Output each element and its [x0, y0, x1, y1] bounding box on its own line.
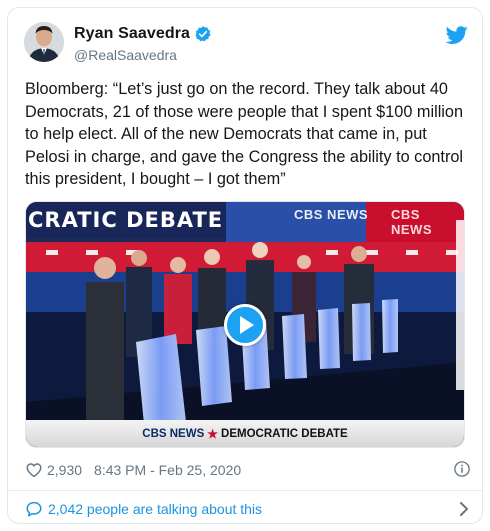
- tweet-meta-row: 2,930 8:43 PM - Feb 25, 2020: [25, 460, 471, 480]
- conversation-link[interactable]: 2,042 people are talking about this: [25, 499, 471, 519]
- info-icon[interactable]: [453, 460, 471, 478]
- heart-icon[interactable]: [25, 461, 43, 479]
- tweet-text: Bloomberg: “Let’s just go on the record.…: [25, 80, 468, 188]
- divider: [8, 490, 482, 491]
- cbs-news-sign-right: CBS NEWS: [391, 207, 432, 237]
- verified-badge-icon: [195, 26, 211, 42]
- tweet-card: Ryan Saavedra @RealSaavedra Bloomberg: “…: [7, 7, 483, 524]
- chevron-right-icon[interactable]: [457, 501, 471, 517]
- video-player[interactable]: CRATIC DEBATE CBS NEWS CBS NEWS CBS NEWS…: [25, 201, 465, 448]
- user-handle[interactable]: @RealSaavedra: [74, 47, 177, 63]
- star-icon: ★: [207, 426, 219, 441]
- debate-banner-text: CRATIC DEBATE: [28, 208, 224, 232]
- cbs-news-sign-left: CBS NEWS: [294, 207, 369, 222]
- tweet-header: Ryan Saavedra @RealSaavedra: [24, 22, 468, 68]
- timestamp[interactable]: 8:43 PM - Feb 25, 2020: [94, 462, 241, 478]
- speech-bubble-icon: [26, 501, 42, 517]
- display-name[interactable]: Ryan Saavedra: [74, 25, 190, 43]
- twitter-bird-icon[interactable]: [446, 24, 468, 46]
- play-button[interactable]: [224, 304, 266, 346]
- avatar[interactable]: [24, 22, 64, 62]
- play-icon: [240, 316, 254, 334]
- talking-count[interactable]: 2,042 people are talking about this: [48, 501, 262, 517]
- like-count[interactable]: 2,930: [47, 462, 82, 478]
- cbs-news-brand: CBS NEWS: [142, 427, 205, 440]
- name-row[interactable]: Ryan Saavedra: [74, 25, 212, 43]
- broadcast-title: DEMOCRATIC DEBATE: [221, 427, 348, 440]
- broadcast-lower-third: CBS NEWS ★ DEMOCRATIC DEBATE: [26, 420, 464, 447]
